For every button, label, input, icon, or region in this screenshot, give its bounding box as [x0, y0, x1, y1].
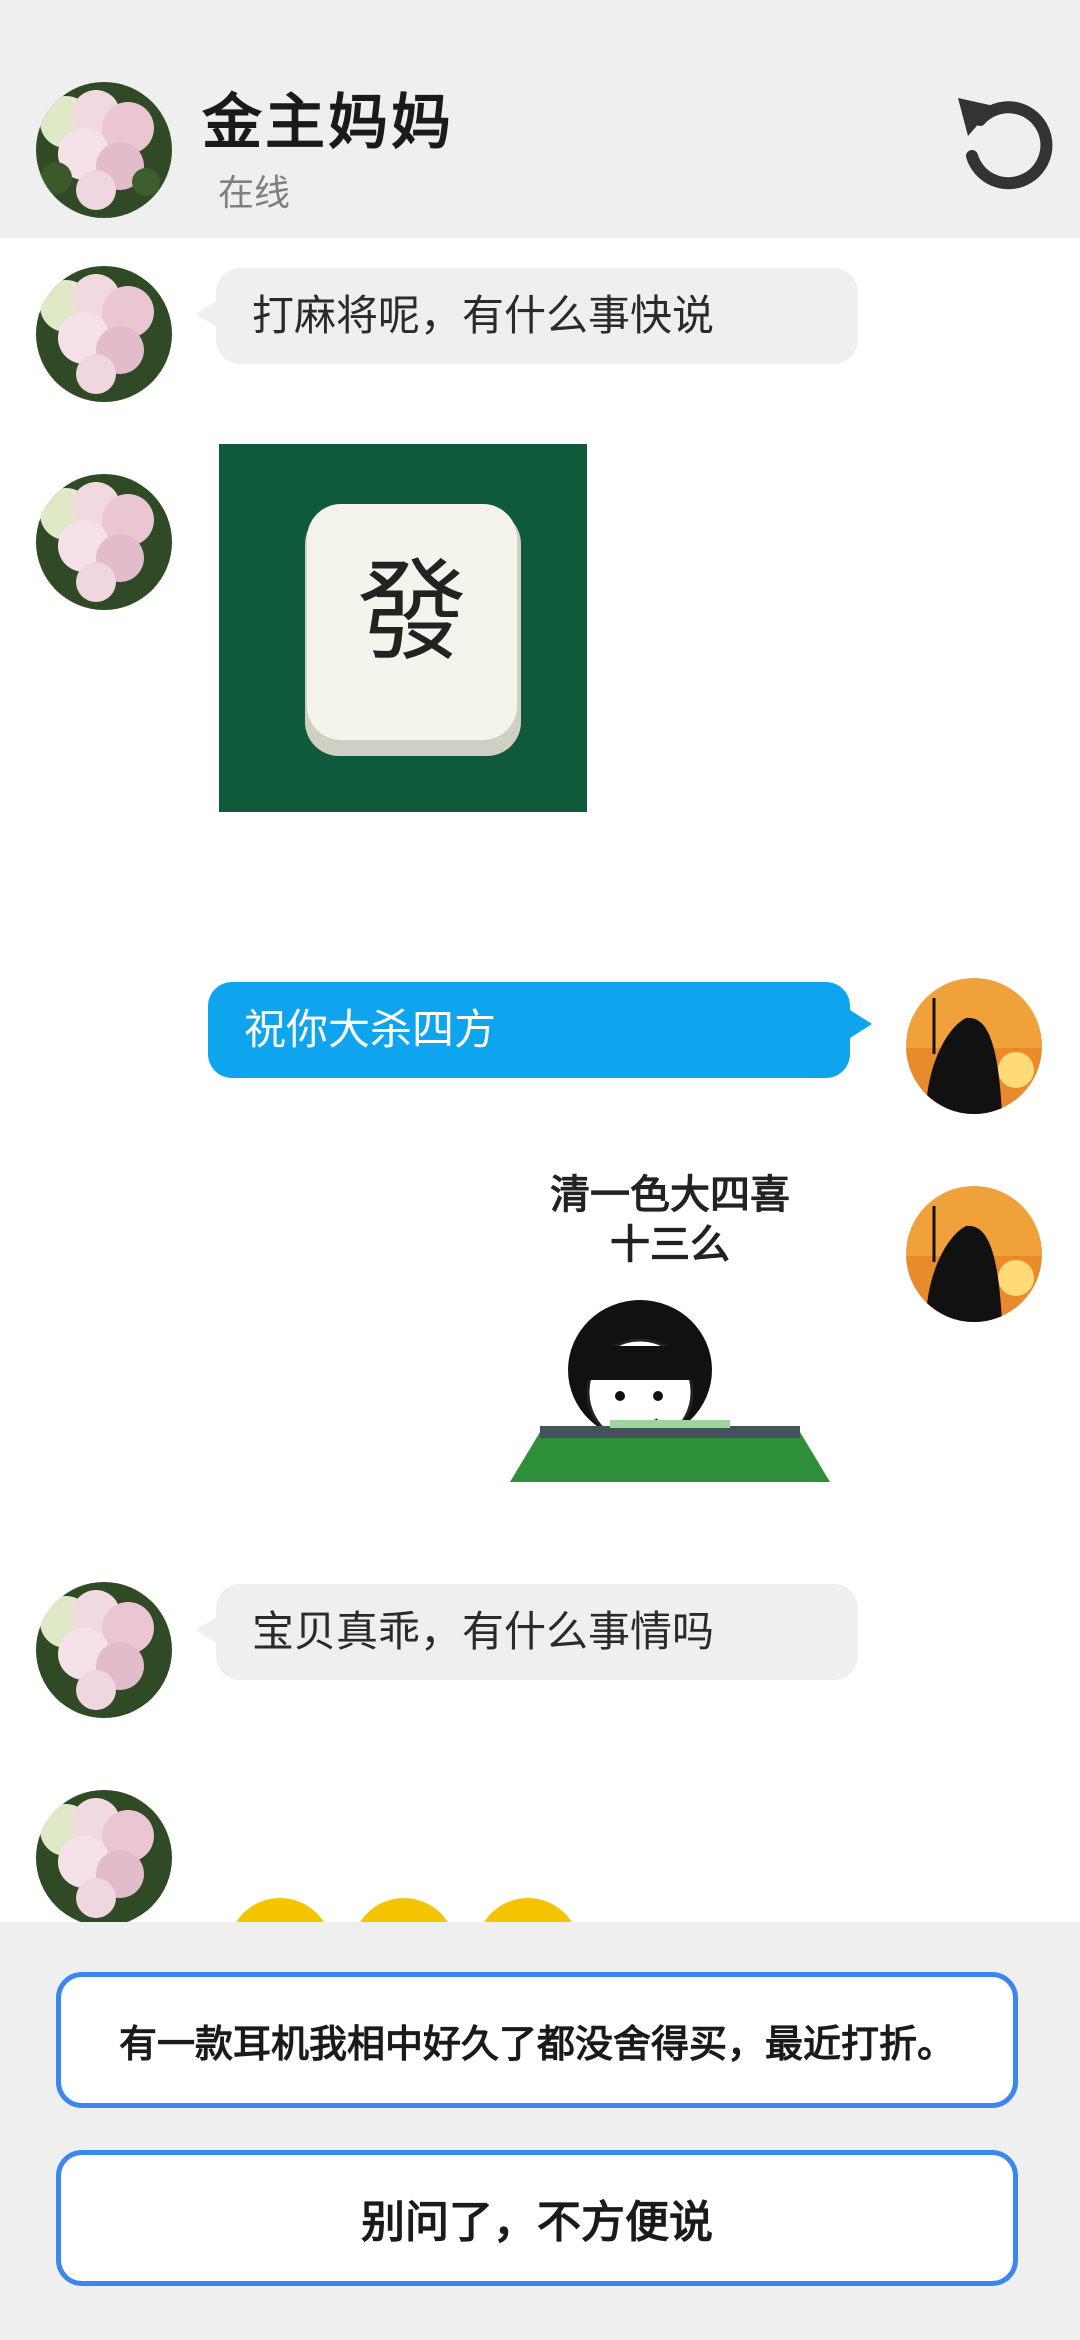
user-avatar[interactable] — [906, 978, 1042, 1114]
emoji-face — [476, 1898, 580, 1922]
online-status: 在线 — [218, 173, 291, 214]
emoji-face — [228, 1898, 332, 1922]
sticker-image[interactable]: 清一色大四喜 十三么 — [500, 1170, 840, 1482]
received-message[interactable]: 打麻将呢，有什么事快说 — [216, 268, 858, 364]
user-avatar[interactable] — [906, 1186, 1042, 1322]
mahjong-image[interactable]: 發 — [219, 444, 587, 812]
reply-options-panel: 有一款耳机我相中好久了都没舍得买，最近打折。 别问了，不方便说 — [0, 1922, 1080, 2340]
contact-avatar[interactable] — [36, 266, 172, 402]
reply-option-2[interactable]: 别问了，不方便说 — [56, 2150, 1018, 2286]
contact-name: 金主妈妈 — [202, 88, 454, 158]
refresh-icon[interactable] — [950, 86, 1060, 196]
emoji-face — [352, 1898, 456, 1922]
bubble-tail — [196, 300, 218, 328]
message-list[interactable]: 打麻将呢，有什么事快说 發 祝你大杀四方 清一色大四喜 十三么 宝贝真乖，有什么… — [0, 238, 1080, 1922]
chat-header: 金主妈妈 在线 — [0, 0, 1080, 238]
sent-message[interactable]: 祝你大杀四方 — [208, 982, 850, 1078]
bubble-tail — [850, 1010, 872, 1038]
contact-avatar[interactable] — [36, 1790, 172, 1922]
received-message[interactable]: 宝贝真乖，有什么事情吗 — [216, 1584, 858, 1680]
bubble-tail — [196, 1616, 218, 1644]
reply-option-1[interactable]: 有一款耳机我相中好久了都没舍得买，最近打折。 — [56, 1972, 1018, 2108]
contact-avatar[interactable] — [36, 82, 172, 218]
contact-avatar[interactable] — [36, 474, 172, 610]
contact-avatar[interactable] — [36, 1582, 172, 1718]
tile-character: 發 — [357, 548, 467, 676]
